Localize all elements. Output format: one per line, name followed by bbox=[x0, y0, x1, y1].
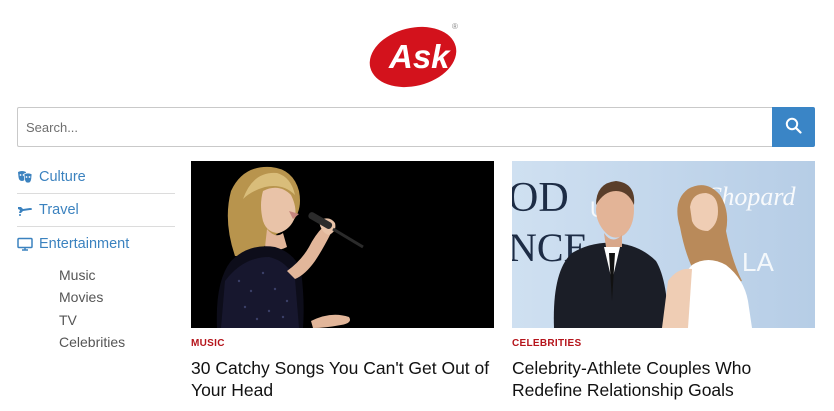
entertainment-subnav: Music Movies TV Celebrities bbox=[59, 264, 175, 353]
page: Ask ® Search... Culture Travel Entertain… bbox=[0, 0, 834, 411]
subnav-item-tv[interactable]: TV bbox=[59, 309, 175, 331]
monitor-icon bbox=[17, 236, 33, 252]
subnav-item-celebrities[interactable]: Celebrities bbox=[59, 331, 175, 353]
sidebar-item-label: Entertainment bbox=[39, 235, 130, 252]
article-category[interactable]: MUSIC bbox=[191, 338, 494, 349]
search-input[interactable] bbox=[17, 107, 772, 147]
sidebar: Culture Travel Entertainment Music Movie… bbox=[17, 161, 175, 353]
subnav-item-movies[interactable]: Movies bbox=[59, 286, 175, 308]
backdrop-text-4: LA bbox=[742, 247, 774, 277]
subnav-item-music[interactable]: Music bbox=[59, 264, 175, 286]
article-image-couple[interactable]: OD NCE Chopard U A LA bbox=[512, 161, 815, 328]
sidebar-item-label: Culture bbox=[39, 169, 86, 185]
logo-text: Ask bbox=[388, 38, 451, 75]
article-image-singer[interactable] bbox=[191, 161, 494, 328]
masks-icon bbox=[17, 169, 33, 185]
sidebar-item-entertainment[interactable]: Entertainment bbox=[17, 227, 175, 260]
article-title[interactable]: Celebrity-Athlete Couples Who Redefine R… bbox=[512, 357, 815, 401]
sidebar-item-culture[interactable]: Culture bbox=[17, 161, 175, 194]
ask-logo[interactable]: Ask ® bbox=[368, 19, 464, 91]
plane-icon bbox=[17, 202, 33, 218]
search-icon bbox=[785, 117, 802, 137]
article-category[interactable]: CELEBRITIES bbox=[512, 338, 815, 349]
registered-mark: ® bbox=[452, 22, 458, 31]
sidebar-item-travel[interactable]: Travel bbox=[17, 194, 175, 227]
article-card-celebrities[interactable]: OD NCE Chopard U A LA CELEBRITIES Celebr bbox=[512, 161, 815, 401]
article-card-music[interactable]: MUSIC 30 Catchy Songs You Can't Get Out … bbox=[191, 161, 494, 401]
article-title[interactable]: 30 Catchy Songs You Can't Get Out of You… bbox=[191, 357, 494, 401]
search-button[interactable] bbox=[772, 107, 815, 147]
sidebar-item-label: Travel bbox=[39, 202, 79, 218]
search-bar bbox=[17, 107, 815, 147]
backdrop-text-1: OD bbox=[512, 175, 569, 221]
